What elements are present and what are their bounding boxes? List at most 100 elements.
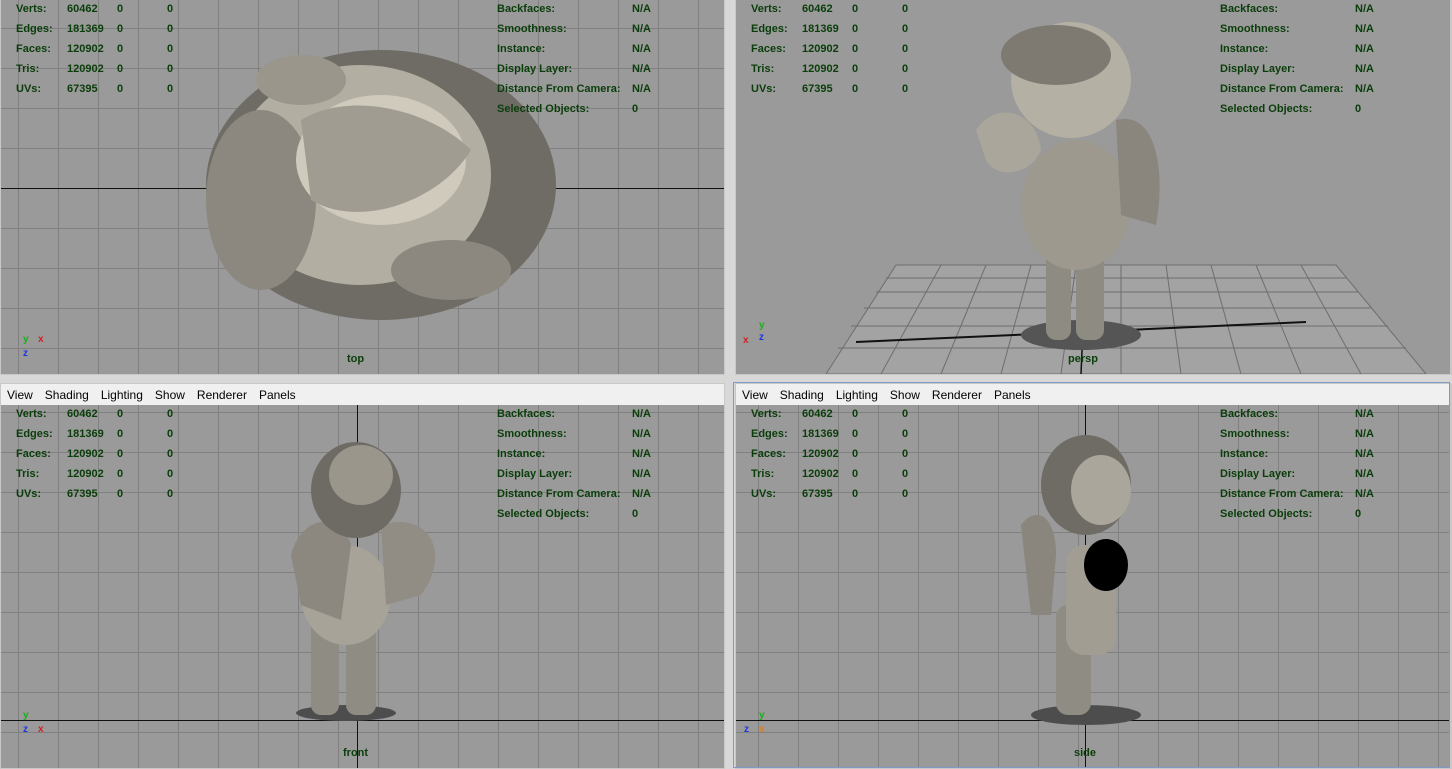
hud-stat-value: 0	[167, 448, 174, 460]
hud-detail-label: Display Layer:	[1220, 63, 1296, 75]
hud-stat-label: UVs:	[751, 488, 777, 500]
hud-stat-value: 120902	[802, 43, 839, 55]
menu-lighting[interactable]: Lighting	[95, 388, 149, 402]
camera-label-top: top	[347, 353, 365, 365]
hud-detail-label: Display Layer:	[497, 468, 573, 480]
hud-stat-value: 0	[852, 3, 859, 15]
hud-stat-label: UVs:	[16, 83, 42, 95]
axis-gizmo: y x z	[23, 334, 44, 359]
menu-renderer[interactable]: Renderer	[926, 388, 988, 402]
hud-stat-value: 181369	[802, 23, 839, 35]
hud-stat-label: Faces:	[16, 43, 51, 55]
axis-gizmo: y z x	[743, 320, 765, 346]
hud-stat-value: 60462	[802, 3, 833, 15]
hud-stat-value: 0	[117, 83, 124, 95]
menu-renderer[interactable]: Renderer	[191, 388, 253, 402]
hud-stat-value: 0	[852, 43, 859, 55]
hud-stat-label: Faces:	[751, 448, 786, 460]
menu-show[interactable]: Show	[884, 388, 926, 402]
hud-detail-value: N/A	[1355, 3, 1374, 15]
hud-stat-value: 0	[117, 488, 124, 500]
hud-detail-label: Selected Objects:	[1220, 103, 1313, 115]
hud-stat-value: 120902	[67, 63, 104, 75]
hud-stat-value: 0	[852, 63, 859, 75]
hud-detail-value: N/A	[1355, 408, 1374, 420]
hud-detail-value: N/A	[632, 488, 651, 500]
menu-panels[interactable]: Panels	[988, 388, 1037, 402]
hud-detail-label: Backfaces:	[1220, 408, 1279, 420]
hud-detail-label: Smoothness:	[1220, 428, 1290, 440]
hud-stat-value: 0	[167, 408, 174, 420]
viewport-persp[interactable]: Verts: 60462 0 0 Edges: 181369 0 0 Faces: 120902 0…	[736, 0, 1450, 374]
hud-detail-value: N/A	[1355, 83, 1374, 95]
statue-model-front	[291, 442, 436, 721]
pane-divider-vertical[interactable]	[725, 0, 735, 769]
hud-stat-value: 181369	[802, 428, 839, 440]
viewport-front[interactable]: Verts: 60462 0 0 Edges: 181369 0 0 Faces: 120902 0…	[1, 405, 724, 768]
hud-detail-label: Distance From Camera:	[1220, 488, 1344, 500]
hud-stat-value: 181369	[67, 23, 104, 35]
menu-shading[interactable]: Shading	[774, 388, 830, 402]
viewport-top[interactable]: Verts: 60462 0 0 Edges: 181369 0 0 Faces: 120902 0…	[1, 0, 724, 374]
hud-stat-value: 0	[852, 23, 859, 35]
hud-detail-value: N/A	[1355, 428, 1374, 440]
hud-stat-value: 0	[852, 488, 859, 500]
hud-detail-label: Instance:	[1220, 43, 1269, 55]
hud-stat-label: Faces:	[16, 448, 51, 460]
hud-stat-value: 0	[902, 83, 909, 95]
hud-stat-value: 0	[902, 3, 909, 15]
menu-lighting[interactable]: Lighting	[830, 388, 884, 402]
hud-detail-value: 0	[632, 508, 639, 520]
hud-stat-value: 0	[902, 23, 909, 35]
camera-label-front: front	[343, 747, 369, 759]
menu-shading[interactable]: Shading	[39, 388, 95, 402]
menu-view[interactable]: View	[736, 388, 774, 402]
hud-detail-value: 0	[1355, 508, 1362, 520]
hud-stat-value: 0	[167, 3, 174, 15]
hud-stat-label: Tris:	[751, 468, 775, 480]
hud-stat-value: 0	[167, 428, 174, 440]
hud-stat-label: Tris:	[16, 468, 40, 480]
hud-stat-value: 60462	[67, 408, 98, 420]
hud-stat-value: 120902	[802, 63, 839, 75]
hud-detail-label: Backfaces:	[1220, 3, 1279, 15]
hud-stat-value: 181369	[67, 428, 104, 440]
pane-divider-horizontal[interactable]	[0, 375, 1452, 383]
viewport-side[interactable]: Verts: 60462 0 0 Edges: 181369 0 0 Faces: 120902 0…	[736, 405, 1450, 768]
hud-stat-value: 0	[902, 468, 909, 480]
hud-detail-label: Smoothness:	[497, 428, 567, 440]
hud-stat-label: Edges:	[16, 428, 53, 440]
hud-detail-value: N/A	[632, 408, 651, 420]
hud-stat-value: 0	[902, 428, 909, 440]
hud-stat-label: Verts:	[751, 3, 782, 15]
hud-stat-value: 0	[852, 428, 859, 440]
hud-stat-label: Faces:	[751, 43, 786, 55]
hud-stat-value: 0	[902, 488, 909, 500]
hud-stat-value: 0	[117, 448, 124, 460]
hud-detail-value: N/A	[1355, 468, 1374, 480]
hud-stat-value: 0	[117, 468, 124, 480]
panel-menubar-front: View Shading Lighting Show Renderer Pane…	[1, 384, 724, 407]
menu-panels[interactable]: Panels	[253, 388, 302, 402]
hud-detail-value: N/A	[1355, 488, 1374, 500]
hud-detail-label: Display Layer:	[1220, 468, 1296, 480]
hud-detail-label: Selected Objects:	[1220, 508, 1313, 520]
camera-label-side: side	[1074, 747, 1097, 759]
hud-stat-value: 0	[167, 63, 174, 75]
menu-show[interactable]: Show	[149, 388, 191, 402]
panel-menubar-side: View Shading Lighting Show Renderer Pane…	[736, 384, 1450, 407]
hud-stat-label: Tris:	[16, 63, 40, 75]
hud-stat-value: 0	[167, 488, 174, 500]
hud-stat-value: 0	[117, 43, 124, 55]
hud-stat-value: 0	[167, 468, 174, 480]
hud-detail-value: N/A	[1355, 23, 1374, 35]
hud-stat-label: Edges:	[751, 23, 788, 35]
hud-detail-value: N/A	[632, 448, 651, 460]
hud-detail-value: 0	[1355, 103, 1362, 115]
axis-gizmo: y z x	[23, 710, 44, 735]
hud-stat-value: 67395	[802, 488, 833, 500]
hud-detail-value: N/A	[632, 428, 651, 440]
hud-stat-value: 0	[852, 448, 859, 460]
menu-view[interactable]: View	[1, 388, 39, 402]
hud-stat-label: Verts:	[16, 408, 47, 420]
